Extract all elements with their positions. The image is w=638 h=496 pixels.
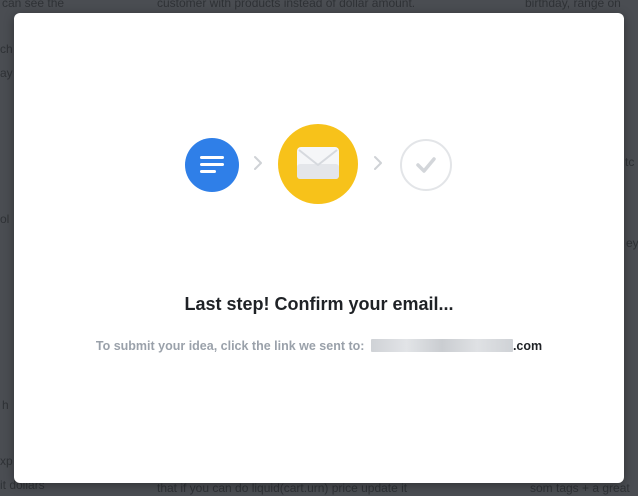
redacted-email xyxy=(370,339,513,352)
email-suffix: .com xyxy=(512,339,543,353)
background-text: ol xyxy=(0,212,10,226)
background-text: ay xyxy=(0,66,13,80)
background-text: tc xyxy=(625,155,635,169)
step-done xyxy=(400,139,452,191)
background-text: birthday, range on xyxy=(525,0,621,10)
step-details xyxy=(185,138,239,192)
progress-stepper xyxy=(14,124,624,206)
background-text: ey xyxy=(626,236,638,250)
envelope-icon xyxy=(297,147,339,179)
background-text: xp xyxy=(0,454,13,468)
background-text: h xyxy=(2,398,9,412)
chevron-right-icon xyxy=(374,156,382,170)
checkmark-icon xyxy=(416,157,436,173)
background-text: customer with products instead of dollar… xyxy=(157,0,416,10)
instruction-text: To submit your idea, click the link we s… xyxy=(95,339,365,353)
page-backdrop: can see the customer with products inste… xyxy=(0,0,638,496)
background-text: ch xyxy=(0,42,13,56)
background-text: can see the xyxy=(2,0,65,10)
confirm-email-modal: Last step! Confirm your email... To subm… xyxy=(14,13,624,483)
confirm-instruction: To submit your idea, click the link we s… xyxy=(14,339,624,353)
background-text: som tags + a great xyxy=(530,481,630,495)
step-confirm-email xyxy=(278,124,358,204)
modal-title: Last step! Confirm your email... xyxy=(184,294,454,314)
background-text: that if you can do liquid(cart.urn) pric… xyxy=(157,481,408,495)
chevron-right-icon xyxy=(254,156,262,170)
